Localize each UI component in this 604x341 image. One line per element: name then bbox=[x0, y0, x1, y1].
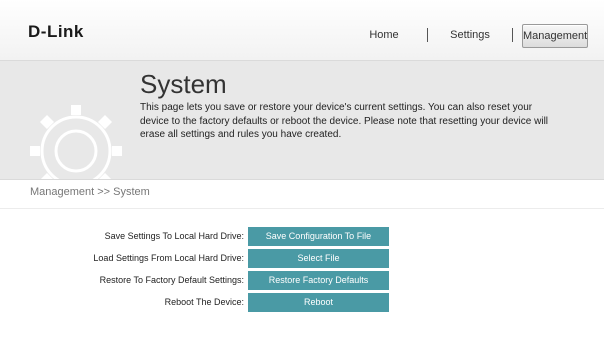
nav-divider bbox=[427, 28, 428, 42]
breadcrumb-divider bbox=[0, 208, 604, 209]
save-settings-label: Save Settings To Local Hard Drive: bbox=[104, 231, 244, 241]
page-banner: System This page lets you save or restor… bbox=[0, 60, 604, 180]
load-settings-label: Load Settings From Local Hard Drive: bbox=[93, 253, 244, 263]
select-file-button[interactable]: Select File bbox=[248, 249, 389, 268]
restore-factory-defaults-button[interactable]: Restore Factory Defaults bbox=[248, 271, 389, 290]
reboot-row: Reboot The Device: Reboot bbox=[0, 293, 604, 312]
save-configuration-button[interactable]: Save Configuration To File bbox=[248, 227, 389, 246]
page-description: This page lets you save or restore your … bbox=[140, 102, 549, 140]
nav-management[interactable]: Management bbox=[522, 24, 588, 48]
nav-settings[interactable]: Settings bbox=[444, 24, 496, 46]
nav-divider bbox=[512, 28, 513, 42]
gear-icon bbox=[30, 105, 122, 179]
reboot-button[interactable]: Reboot bbox=[248, 293, 389, 312]
save-settings-row: Save Settings To Local Hard Drive: Save … bbox=[0, 227, 604, 246]
restore-defaults-row: Restore To Factory Default Settings: Res… bbox=[0, 271, 604, 290]
top-header: D-Link Home Settings Management bbox=[0, 0, 604, 60]
reboot-label: Reboot The Device: bbox=[164, 297, 244, 307]
breadcrumb: Management >> System bbox=[30, 186, 150, 198]
restore-defaults-label: Restore To Factory Default Settings: bbox=[99, 275, 244, 285]
main-nav: Home Settings Management bbox=[0, 24, 604, 48]
nav-home[interactable]: Home bbox=[358, 24, 410, 46]
page-title: System bbox=[140, 69, 227, 99]
load-settings-row: Load Settings From Local Hard Drive: Sel… bbox=[0, 249, 604, 268]
